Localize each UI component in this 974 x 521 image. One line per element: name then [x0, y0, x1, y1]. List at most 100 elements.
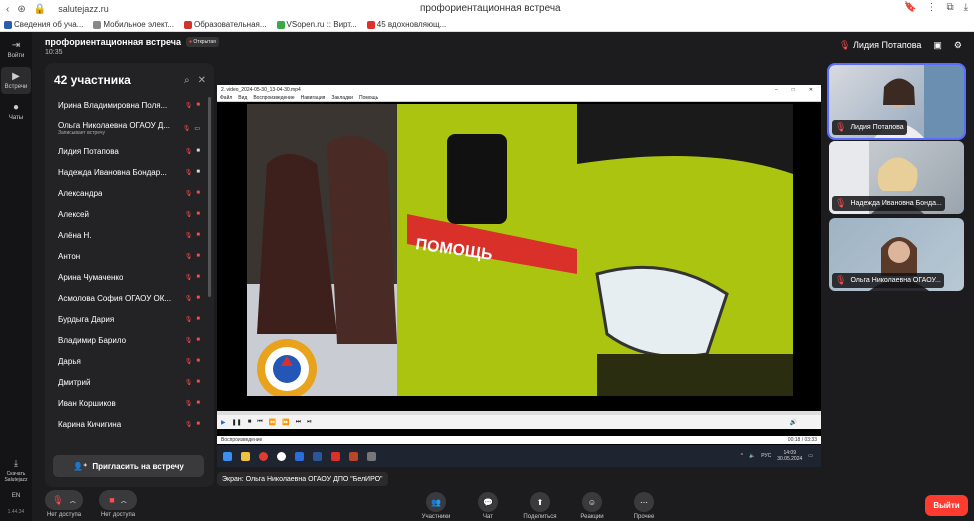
- participant-info: Бурдыга Дария: [58, 315, 114, 324]
- bookmark-item[interactable]: Мобильное элект...: [93, 20, 174, 29]
- minimize-icon[interactable]: –: [775, 87, 778, 93]
- yandex-browser-icon[interactable]: [259, 451, 268, 461]
- participant-row[interactable]: Алексей 🎙︎ ■: [45, 204, 208, 225]
- folder-icon[interactable]: [241, 451, 250, 461]
- participant-name: Ирина Владимировна Поля...: [58, 101, 168, 110]
- back-icon[interactable]: ‹: [6, 4, 9, 15]
- frame-step-icon[interactable]: ⏯: [307, 419, 312, 426]
- video-tile[interactable]: 🎙︎ Лидия Потапова: [827, 63, 966, 140]
- settings-gear-icon[interactable]: ⚙: [954, 40, 962, 51]
- tray-arrow-icon[interactable]: ^: [741, 453, 743, 459]
- participant-row[interactable]: Александра 🎙︎ ■: [45, 183, 208, 204]
- powerpoint-icon[interactable]: [349, 451, 358, 461]
- stop-icon[interactable]: ■: [248, 419, 252, 425]
- rail-login[interactable]: ⇥ Войти: [1, 36, 31, 63]
- maximize-icon[interactable]: □: [792, 87, 795, 93]
- participant-row[interactable]: Владимир Барило 🎙︎ ■: [45, 330, 208, 351]
- download-icon[interactable]: ⤓: [964, 2, 968, 13]
- participant-row[interactable]: Лидия Потапова 🎙︎ ■: [45, 141, 208, 162]
- camera-off-icon: ■: [196, 400, 200, 406]
- yandex-icon[interactable]: [277, 451, 286, 461]
- pause-icon[interactable]: ❚❚: [232, 419, 242, 426]
- participant-row[interactable]: Ольга Николаевна ОГАОУ Д... Записывает вс…: [45, 116, 208, 141]
- leave-button[interactable]: Выйти: [925, 495, 968, 516]
- participant-status-icons: 🎙︎ ■: [185, 400, 200, 407]
- participant-name: Антон: [58, 252, 81, 261]
- chat-button[interactable]: 💬 Чат: [470, 492, 506, 520]
- menu-item[interactable]: Вид: [238, 95, 247, 101]
- chevron-up-icon[interactable]: ︿: [70, 496, 76, 505]
- tray-lang[interactable]: РУС: [761, 453, 771, 459]
- more-button[interactable]: ⋯ Прочее: [626, 492, 662, 520]
- video-tile[interactable]: 🎙︎ Ольга Николаевна ОГАОУ...: [829, 218, 964, 291]
- participant-name: Асмолова София ОГАОУ ОК...: [58, 294, 172, 303]
- camera-button[interactable]: ■ ︿: [99, 490, 137, 510]
- rail-meetings[interactable]: ▶ Встречи: [1, 67, 31, 94]
- extension-icon[interactable]: ⧉: [946, 2, 953, 13]
- video-tile[interactable]: 🎙︎ Надежда Ивановна Бонда...: [829, 141, 964, 214]
- menu-item[interactable]: Файл: [220, 95, 232, 101]
- url-text[interactable]: salutejazz.ru: [58, 4, 109, 14]
- participant-status-icons: 🎙︎ ■: [185, 102, 200, 109]
- menu-item[interactable]: Навигация: [301, 95, 326, 101]
- prev-icon[interactable]: ⏮: [257, 419, 262, 426]
- participant-status-icons: 🎙︎ ■: [185, 148, 200, 155]
- search-icon[interactable]: ⌕: [184, 75, 190, 86]
- participant-row[interactable]: Дмитрий 🎙︎ ■: [45, 372, 208, 393]
- play-icon[interactable]: ▶: [221, 419, 226, 426]
- word-icon[interactable]: [313, 451, 322, 461]
- layout-icon[interactable]: ▣: [933, 40, 942, 51]
- media-player-icon[interactable]: [367, 451, 376, 461]
- menu-item[interactable]: Помощь: [359, 95, 378, 101]
- participant-row[interactable]: Антон 🎙︎ ■: [45, 246, 208, 267]
- lang-toggle[interactable]: EN: [12, 493, 20, 499]
- bookmark-item[interactable]: VSopen.ru :: Вирт...: [276, 20, 357, 29]
- player-statusbar: Воспроизведение 00:18 / 03:33: [217, 436, 821, 444]
- participant-row[interactable]: Надежда Ивановна Бондар... 🎙︎ ■: [45, 162, 208, 183]
- invite-button[interactable]: 👤⁺ Пригласить на встречу: [53, 455, 204, 477]
- bookmark-item[interactable]: Сведения об уча...: [4, 20, 83, 29]
- participant-row[interactable]: Карина Кичигина 🎙︎ ■: [45, 414, 208, 435]
- participant-row[interactable]: Арина Чумаченко 🎙︎ ■: [45, 267, 208, 288]
- volume-icon[interactable]: 🔊: [790, 419, 821, 426]
- close-icon[interactable]: ✕: [198, 75, 206, 86]
- close-icon[interactable]: ✕: [809, 87, 813, 93]
- participants-button[interactable]: 👥 Участники: [418, 492, 454, 520]
- lock-icon: 🔒: [33, 3, 47, 15]
- download-app-button[interactable]: ⤓ Скачать Salutejazz: [2, 458, 30, 483]
- bookmark-icon[interactable]: 🔖: [904, 2, 916, 13]
- chrome-icon[interactable]: [295, 451, 304, 461]
- camera-icon: ■: [196, 169, 200, 175]
- pdf-icon[interactable]: [331, 451, 340, 461]
- yandex-icon[interactable]: ⊛: [17, 4, 25, 15]
- player-status: Воспроизведение: [221, 437, 263, 443]
- participant-row[interactable]: Ирина Владимировна Поля... 🎙︎ ■: [45, 95, 208, 116]
- rewind-icon[interactable]: ⏪: [269, 419, 276, 426]
- speaker-icon[interactable]: 🔈: [749, 453, 755, 459]
- menu-item[interactable]: Закладки: [331, 95, 353, 101]
- rail-label: Встречи: [4, 84, 28, 90]
- mic-off-icon: 🎙︎: [835, 122, 847, 132]
- share-button[interactable]: ⬆ Поделиться: [522, 492, 558, 520]
- participant-row[interactable]: Дарья 🎙︎ ■: [45, 351, 208, 372]
- mic-button[interactable]: 🎙︎ ︿: [45, 490, 83, 510]
- bookmark-item[interactable]: 45 вдохновляющ...: [366, 20, 446, 29]
- forward-icon[interactable]: ⏩: [282, 419, 289, 426]
- next-icon[interactable]: ⏭: [296, 419, 301, 426]
- windows-start-icon[interactable]: [223, 451, 232, 461]
- participant-row[interactable]: Асмолова София ОГАОУ ОК... 🎙︎ ■: [45, 288, 208, 309]
- participant-row[interactable]: Алёна Н. 🎙︎ ■: [45, 225, 208, 246]
- reactions-button[interactable]: ☺ Реакции: [574, 492, 610, 520]
- bookmark-item[interactable]: Образовательная...: [184, 20, 267, 29]
- rail-chats[interactable]: ● Чаты: [1, 98, 31, 125]
- menu-dots-icon[interactable]: ⋮: [926, 2, 936, 13]
- chevron-up-icon[interactable]: ︿: [121, 496, 127, 505]
- notifications-icon[interactable]: ▭: [808, 453, 813, 459]
- participant-row[interactable]: Бурдыга Дария 🎙︎ ■: [45, 309, 208, 330]
- video-frame[interactable]: ПОМОЩЬ: [247, 104, 793, 396]
- tile-name: Надежда Ивановна Бонда...: [850, 200, 942, 207]
- participants-scrollbar[interactable]: [208, 97, 211, 297]
- participant-row[interactable]: Иван Коршиков 🎙︎ ■: [45, 393, 208, 414]
- participants-count-title: 42 участника: [54, 73, 131, 87]
- menu-item[interactable]: Воспроизведение: [253, 95, 294, 101]
